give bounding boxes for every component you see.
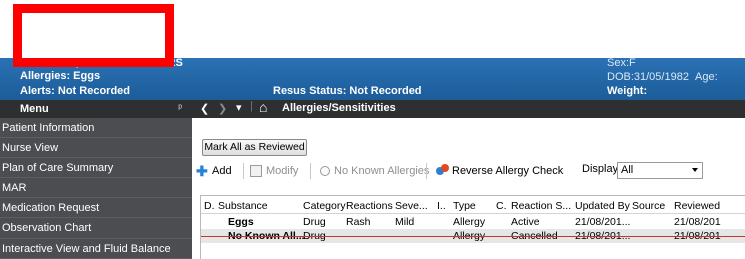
modify-button[interactable]: Modify xyxy=(266,165,298,177)
add-button[interactable]: Add xyxy=(212,165,232,177)
sidebar-item-medication-request[interactable]: Medication Request xyxy=(0,198,192,219)
back-arrow-icon[interactable]: ❮ xyxy=(200,102,209,115)
cell-type: Allergy xyxy=(453,216,486,228)
radio-icon xyxy=(320,166,330,176)
column-header-reactions[interactable]: Reactions xyxy=(346,199,393,213)
mark-all-reviewed-button[interactable]: Mark All as Reviewed xyxy=(202,139,307,156)
table-row[interactable]: Eggs Drug Rash Mild Allergy Active 21/08… xyxy=(201,215,745,229)
nav-separator: | xyxy=(250,100,253,112)
column-header-d[interactable]: D. xyxy=(204,199,215,213)
cell-updated-by: 21/08/201... xyxy=(575,216,631,228)
banner-age: Age: xyxy=(695,71,718,83)
column-header-reaction-status[interactable]: Reaction S... xyxy=(511,199,571,213)
column-header-updated-by[interactable]: Updated By xyxy=(575,199,630,213)
allergies-content: Mark All as Reviewed ✚ Add Modify No Kno… xyxy=(192,118,745,259)
column-header-reviewed[interactable]: Reviewed xyxy=(674,199,720,213)
allergies-table: D. Substance Category Reactions Seve... … xyxy=(200,195,745,259)
menu-title: Menu xyxy=(20,103,49,115)
sidebar-item-patient-information[interactable]: Patient Information xyxy=(0,118,192,139)
reverse-allergy-icon xyxy=(436,164,449,177)
toolbar-separator xyxy=(310,163,311,179)
table-header-row: D. Substance Category Reactions Seve... … xyxy=(201,199,745,213)
dropdown-arrow-icon[interactable]: ▾ xyxy=(236,101,242,114)
display-label: Display xyxy=(582,163,619,175)
banner-alerts: Alerts: Not Recorded xyxy=(20,85,131,97)
column-header-substance[interactable]: Substance xyxy=(218,199,268,213)
table-row[interactable]: No Known All... Drug Allergy Cancelled 2… xyxy=(201,229,745,243)
no-known-allergies-button[interactable]: No Known Allergies xyxy=(334,165,429,177)
display-select-value: All xyxy=(621,164,634,176)
sidebar-item-plan-of-care-summary[interactable]: Plan of Care Summary xyxy=(0,158,192,179)
banner-allergies: Allergies: Eggs xyxy=(20,70,101,82)
column-header-type[interactable]: Type xyxy=(453,199,476,213)
cell-category: Drug xyxy=(303,216,326,228)
cell-substance: Eggs xyxy=(228,216,254,228)
redaction-box xyxy=(13,4,174,67)
column-header-c[interactable]: C. xyxy=(496,199,507,213)
plus-icon: ✚ xyxy=(196,163,208,179)
column-header-source[interactable]: Source xyxy=(632,199,665,213)
cell-reaction-status: Active xyxy=(511,216,540,228)
page-title: Allergies/Sensitivities xyxy=(282,102,396,114)
home-icon[interactable]: ⌂ xyxy=(259,99,267,115)
toolbar-separator xyxy=(243,163,244,179)
cell-severity: Mild xyxy=(395,216,415,228)
banner-dob: DOB:31/05/1982 xyxy=(607,71,689,83)
pin-icon[interactable]: ᵖ xyxy=(178,100,182,118)
sidebar-item-observation-chart[interactable]: Observation Chart xyxy=(0,218,192,239)
forward-arrow-icon[interactable]: ❯ xyxy=(218,102,227,115)
column-header-i[interactable]: I.. xyxy=(437,199,446,213)
sidebar-item-nurse-view[interactable]: Nurse View xyxy=(0,138,192,159)
chevron-down-icon xyxy=(692,168,698,172)
sidebar-item-interactive-view[interactable]: Interactive View and Fluid Balance xyxy=(0,239,192,259)
display-select[interactable]: All xyxy=(617,162,703,179)
cell-reviewed: 21/08/201 xyxy=(674,216,721,228)
cell-reactions: Rash xyxy=(346,216,371,228)
menu-header: Menu ᵖ xyxy=(0,100,192,118)
navigation-bar: ❮ ❯ ▾ | ⌂ Allergies/Sensitivities xyxy=(192,99,745,118)
sidebar-menu: Menu ᵖ Patient Information Nurse View Pl… xyxy=(0,100,192,259)
header-divider xyxy=(201,213,745,214)
banner-weight: Weight: xyxy=(607,85,648,97)
reverse-allergy-check-button[interactable]: Reverse Allergy Check xyxy=(452,165,563,177)
banner-resus-status: Resus Status: Not Recorded xyxy=(273,85,422,97)
banner-sex: Sex:F xyxy=(607,57,636,69)
sidebar-item-mar[interactable]: MAR xyxy=(0,178,192,199)
column-header-severity[interactable]: Seve... xyxy=(395,199,428,213)
column-header-category[interactable]: Category xyxy=(303,199,346,213)
toolbar-separator xyxy=(426,163,427,179)
modify-icon xyxy=(250,165,262,177)
cancelled-strikethrough xyxy=(201,236,745,237)
